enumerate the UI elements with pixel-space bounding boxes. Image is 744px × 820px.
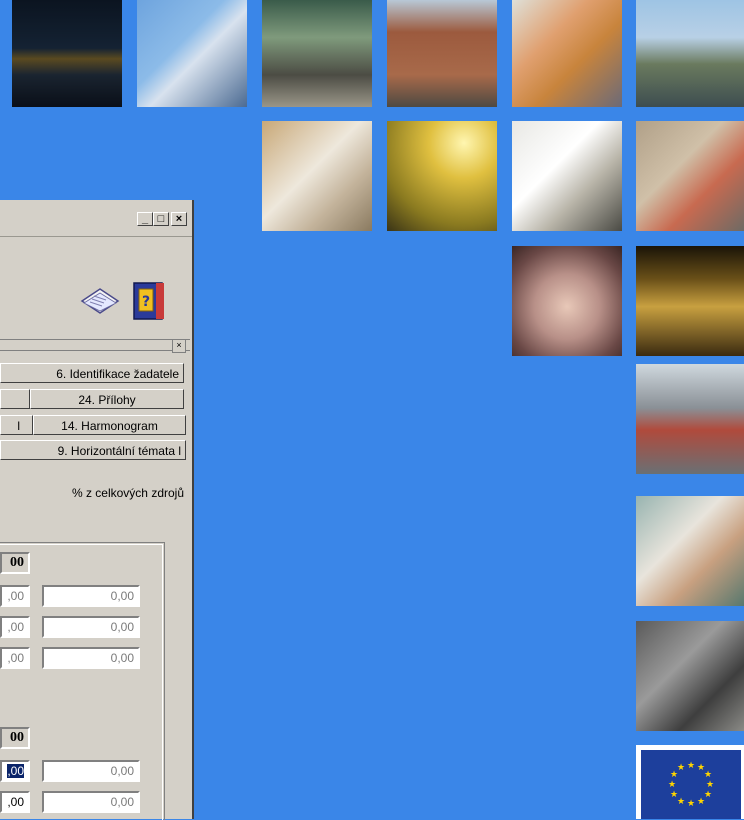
group1-row2-percent[interactable]: 0,00 [42,616,140,638]
students-photo [636,121,744,231]
night-castle-photo [12,0,122,107]
golden-skyline-photo [387,121,497,231]
open-book-icon[interactable] [80,285,120,315]
svg-text:?: ? [142,294,150,310]
minimize-button[interactable]: _ [137,212,153,226]
women-computer-photo [512,0,622,107]
eu-flag-icon: ★ ★ ★ ★ ★ ★ ★ ★ ★ ★ ★ ★ [641,750,741,819]
svg-text:★: ★ [687,761,695,771]
flipchart-presentation-photo [512,121,622,231]
powder-tower-photo [636,246,744,356]
help-book-icon[interactable]: ? [130,279,170,323]
column-header-percent: % z celkových zdrojů [71,486,184,500]
tab-prilohy[interactable]: 24. Přílohy [30,389,184,409]
svg-text:★: ★ [670,790,678,800]
eu-flag-tile: ★ ★ ★ ★ ★ ★ ★ ★ ★ ★ ★ ★ [636,745,744,819]
group1-row3-value[interactable]: ,00 [0,647,30,669]
svg-text:★: ★ [677,763,685,773]
castle-bridge-photo [636,0,744,107]
tab-horizontalni-temata[interactable]: 9. Horizontální témata l [0,440,186,460]
group2-row2-value[interactable]: ,00 [0,791,30,813]
tab-row2-left[interactable] [0,389,30,409]
toolbar: ? [0,237,192,337]
tab-harmonogram[interactable]: 14. Harmonogram [33,415,186,435]
group2-row1-value[interactable]: ,00 [0,760,30,782]
subpanel-close-button[interactable]: × [172,339,186,353]
group2-row2-percent[interactable]: 0,00 [42,791,140,813]
group2-total-field: 00 [0,727,30,749]
svg-text:★: ★ [687,799,695,809]
lab-scientist-photo [262,121,372,231]
group1-row2-value[interactable]: ,00 [0,616,30,638]
svg-text:★: ★ [668,780,676,790]
svg-text:★: ★ [677,797,685,807]
svg-text:★: ★ [704,770,712,780]
svg-text:★: ★ [706,780,714,790]
maximize-button[interactable]: □ [153,212,169,226]
coin-stacks-photo [512,246,622,356]
blossom-branch-photo [137,0,247,107]
svg-text:★: ★ [697,797,705,807]
group2-row1-percent[interactable]: 0,00 [42,760,140,782]
svg-text:★: ★ [704,790,712,800]
group1-total-field: 00 [0,552,30,574]
group1-row3-percent[interactable]: 0,00 [42,647,140,669]
construction-workers-photo [636,364,744,474]
title-bar[interactable]: _ □ × [0,202,192,237]
close-button[interactable]: × [171,212,187,226]
tab-row3-left[interactable]: l [0,415,33,435]
tab-identifikace-zadatele[interactable]: 6. Identifikace žadatele [0,363,184,383]
wheelchair-photo [636,621,744,731]
application-window: _ □ × ? × 6. Identifikace žadatele 24. P… [0,200,194,820]
subpanel-bar [0,339,190,351]
mother-stroller-photo [262,0,372,107]
group1-row1-value[interactable]: ,00 [0,585,30,607]
dentist-photo [636,496,744,606]
selected-text: ,00 [7,764,24,778]
brick-building-photo [387,0,497,107]
group1-row1-percent[interactable]: 0,00 [42,585,140,607]
